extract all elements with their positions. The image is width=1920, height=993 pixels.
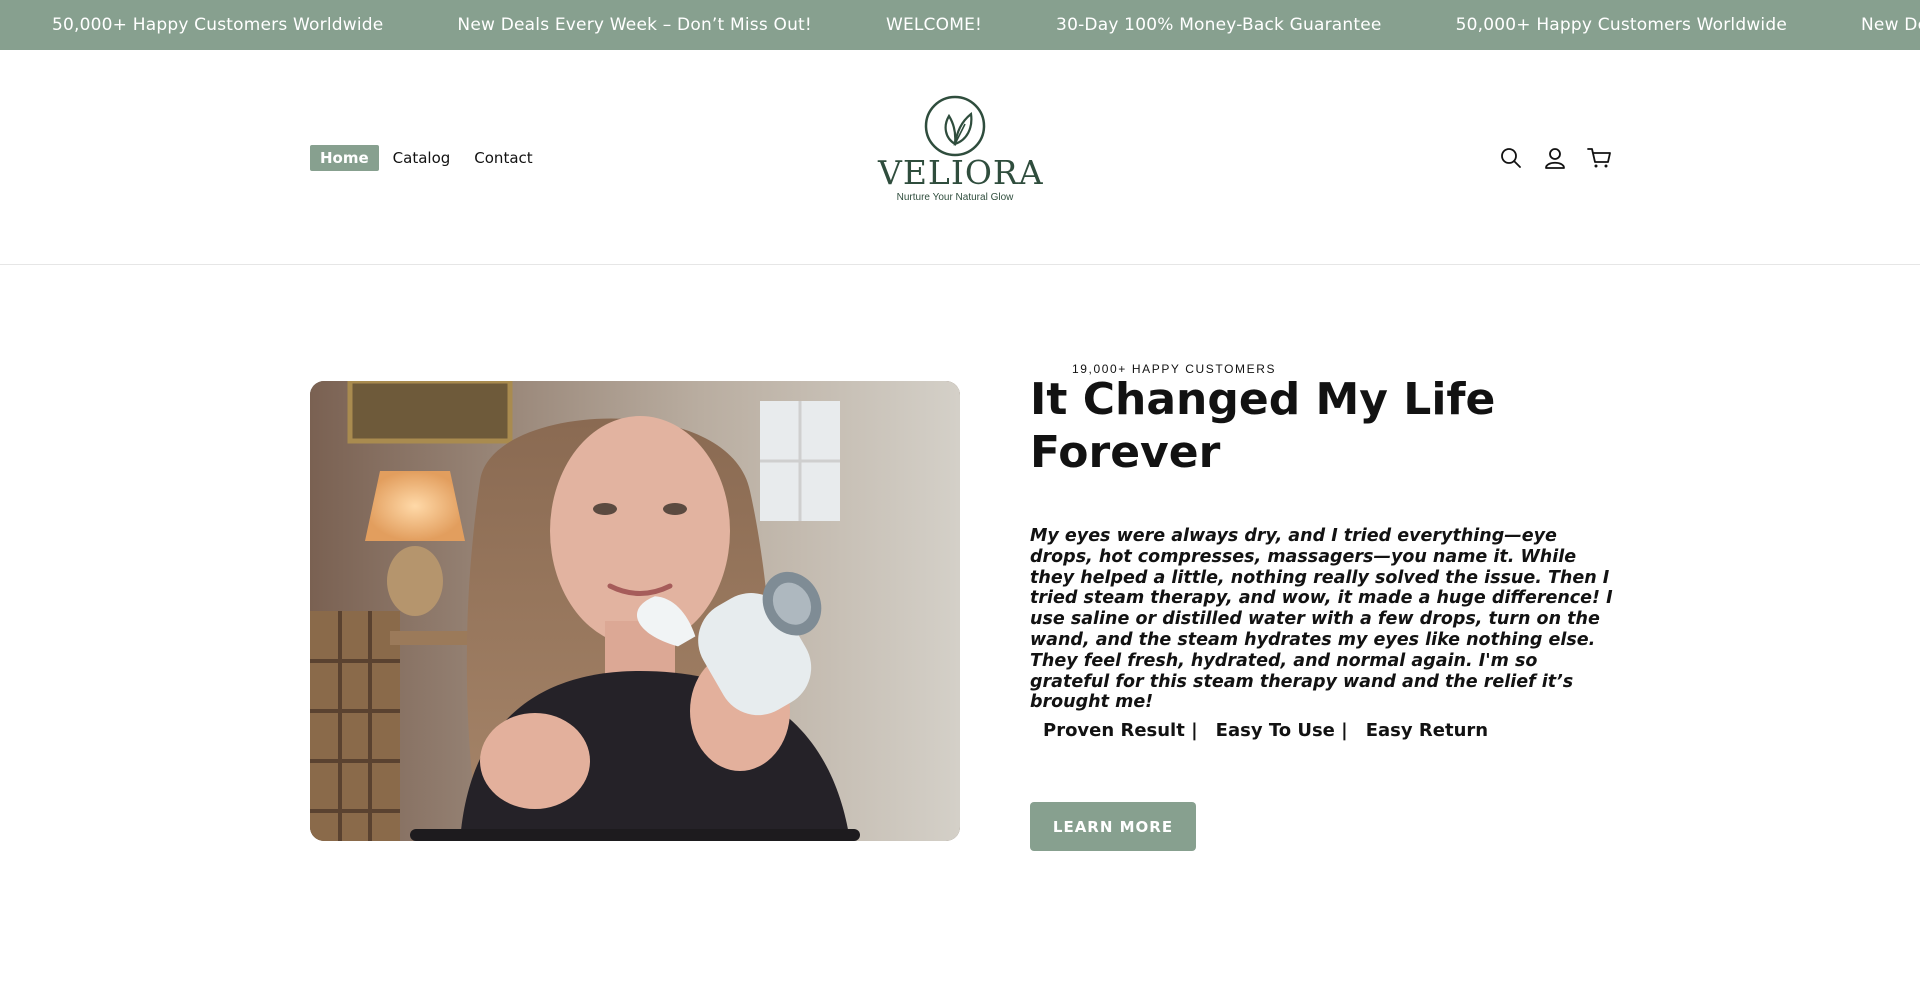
announcement-item: New Deals Every Week – Don’t Miss Out! — [457, 15, 812, 35]
search-icon[interactable] — [1498, 145, 1524, 171]
nav-item-home[interactable]: Home — [310, 145, 379, 171]
hero-features: Proven Result | Easy To Use | Easy Retur… — [1043, 720, 1506, 741]
logo-name: VELIORA — [878, 153, 1044, 192]
feature-proven-result: Proven Result | — [1043, 720, 1198, 741]
nav-item-catalog[interactable]: Catalog — [393, 145, 451, 171]
site-logo[interactable]: VELIORA Nurture Your Natural Glow — [878, 94, 1044, 203]
nav-item-contact[interactable]: Contact — [474, 145, 532, 171]
learn-more-button[interactable]: LEARN MORE — [1030, 802, 1196, 851]
feature-easy-to-use: Easy To Use | — [1215, 720, 1348, 741]
announcement-item: 50,000+ Happy Customers Worldwide — [1455, 15, 1788, 35]
account-icon[interactable] — [1542, 145, 1568, 171]
hero-title: It Changed My Life Forever — [1030, 374, 1496, 478]
header-icons — [1498, 145, 1612, 171]
announcement-item: New Deals Every Week – Don’t Miss Out! — [1861, 15, 1920, 35]
announcement-track: 50,000+ Happy Customers Worldwide New De… — [52, 0, 1920, 50]
testimonial-video[interactable] — [310, 381, 960, 841]
announcement-bar: 50,000+ Happy Customers Worldwide New De… — [0, 0, 1920, 50]
leaf-logo-icon — [924, 95, 986, 157]
logo-tagline: Nurture Your Natural Glow — [896, 192, 1014, 203]
main-nav: Home Catalog Contact — [310, 145, 557, 171]
site-header: Home Catalog Contact VELIORA Nurture You… — [0, 50, 1920, 265]
announcement-item: 30-Day 100% Money-Back Guarantee — [1056, 15, 1382, 35]
announcement-item: 50,000+ Happy Customers Worldwide — [52, 15, 384, 35]
announcement-item: WELCOME! — [885, 15, 983, 35]
video-frame-illustration — [310, 381, 960, 841]
feature-easy-return: Easy Return — [1365, 720, 1489, 741]
cart-icon[interactable] — [1586, 145, 1612, 171]
hero-testimonial: My eyes were always dry, and I tried eve… — [1030, 526, 1613, 713]
